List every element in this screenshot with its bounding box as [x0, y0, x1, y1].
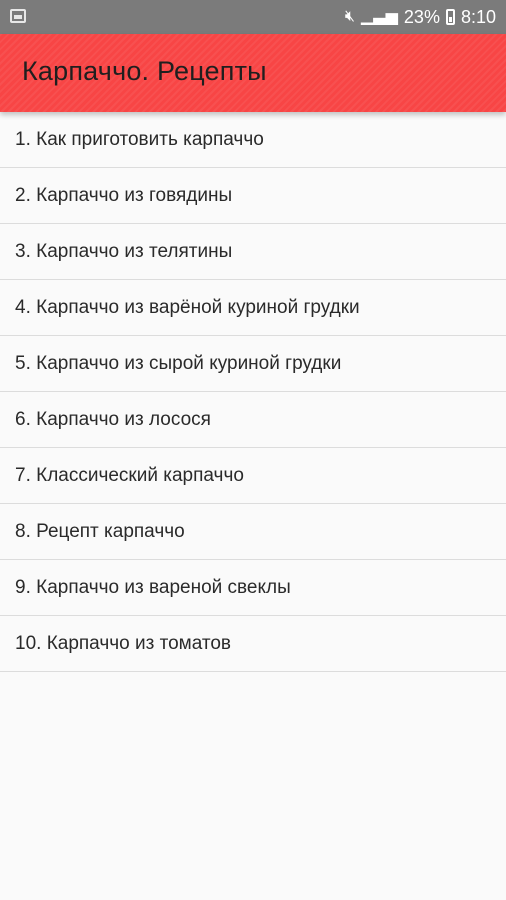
list-item[interactable]: 10. Карпаччо из томатов — [0, 616, 506, 672]
page-title: Карпаччо. Рецепты — [22, 56, 267, 86]
list-item[interactable]: 7. Классический карпаччо — [0, 448, 506, 504]
list-item-label: 2. Карпаччо из говядины — [15, 184, 233, 206]
list-item-label: 7. Классический карпаччо — [15, 464, 244, 486]
list-item-label: 9. Карпаччо из вареной свеклы — [15, 576, 291, 598]
app-bar: Карпаччо. Рецепты — [0, 34, 506, 112]
list-item-label: 8. Рецепт карпаччо — [15, 520, 185, 542]
gallery-notification-icon — [10, 9, 26, 23]
list-item[interactable]: 2. Карпаччо из говядины — [0, 168, 506, 224]
recipe-list: 1. Как приготовить карпаччо 2. Карпаччо … — [0, 112, 506, 672]
clock: 8:10 — [460, 6, 496, 27]
list-item[interactable]: 5. Карпаччо из сырой куриной грудки — [0, 336, 506, 392]
battery-percent: 23% — [403, 6, 440, 27]
list-item-label: 3. Карпаччо из телятины — [15, 240, 233, 262]
list-item-label: 10. Карпаччо из томатов — [15, 632, 231, 654]
status-indicators: 🔇︎ ▁▃▅ 23% 8:10 — [345, 0, 496, 34]
list-item[interactable]: 9. Карпаччо из вареной свеклы — [0, 560, 506, 616]
list-item-label: 1. Как приготовить карпаччо — [15, 128, 264, 150]
list-item[interactable]: 8. Рецепт карпаччо — [0, 504, 506, 560]
list-item[interactable]: 1. Как приготовить карпаччо — [0, 112, 506, 168]
list-item-label: 5. Карпаччо из сырой куриной грудки — [15, 352, 342, 374]
list-item[interactable]: 3. Карпаччо из телятины — [0, 224, 506, 280]
list-item-label: 6. Карпаччо из лосося — [15, 408, 211, 430]
signal-icon: ▁▃▅ — [361, 8, 398, 25]
list-item[interactable]: 6. Карпаччо из лосося — [0, 392, 506, 448]
status-bar: 🔇︎ ▁▃▅ 23% 8:10 — [0, 0, 506, 34]
mute-icon: 🔇︎ — [344, 8, 355, 25]
list-item-label: 4. Карпаччо из варёной куриной грудки — [15, 296, 360, 318]
list-item[interactable]: 4. Карпаччо из варёной куриной грудки — [0, 280, 506, 336]
battery-icon — [445, 9, 455, 25]
